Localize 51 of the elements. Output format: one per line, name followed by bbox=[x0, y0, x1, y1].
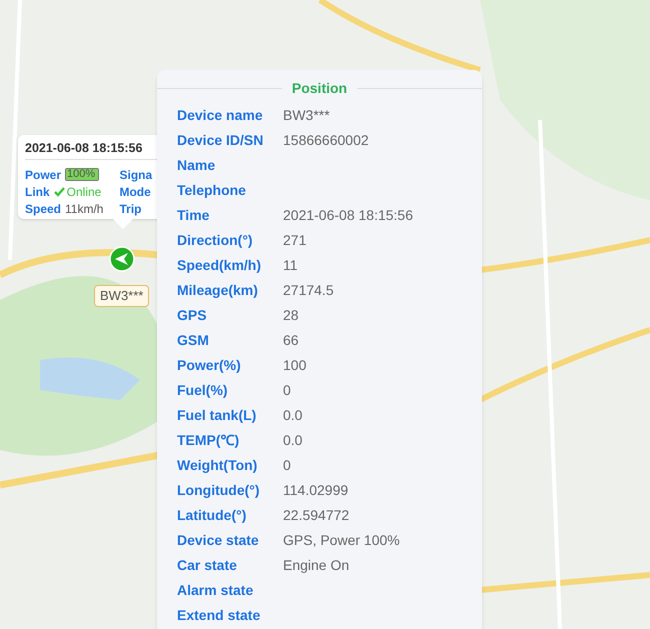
row-label: Fuel(%) bbox=[177, 381, 229, 400]
row-label: Telephone bbox=[177, 181, 247, 200]
row-value: 15866660002 bbox=[283, 131, 369, 150]
row-label: TEMP(℃) bbox=[177, 431, 240, 450]
battery-indicator: 100% bbox=[65, 168, 100, 181]
row-label: Direction(°) bbox=[177, 231, 254, 250]
row-value: 0.0 bbox=[283, 431, 302, 450]
row-label: Time bbox=[177, 206, 210, 225]
row-label: Car state bbox=[177, 556, 238, 575]
row-value: 2021-06-08 18:15:56 bbox=[283, 206, 413, 225]
row-value: 11 bbox=[283, 256, 298, 275]
row-value: 28 bbox=[283, 306, 299, 325]
vehicle-marker-icon[interactable] bbox=[109, 246, 135, 272]
row-label: Mileage(km) bbox=[177, 281, 259, 300]
row-label: Longitude(°) bbox=[177, 481, 261, 500]
row-label: Weight(Ton) bbox=[177, 456, 258, 475]
row-value: 0 bbox=[283, 381, 291, 400]
row-value: 114.02999 bbox=[283, 481, 348, 500]
row-label: GPS bbox=[177, 306, 208, 325]
row-value: 27174.5 bbox=[283, 281, 334, 300]
field-label: Mode bbox=[119, 184, 151, 200]
row-value: 0.0 bbox=[283, 406, 302, 425]
row-label: Speed(km/h) bbox=[177, 256, 262, 275]
row-value: 66 bbox=[283, 331, 299, 350]
row-label: Extend state bbox=[177, 606, 262, 625]
row-label: Device ID/SN bbox=[177, 131, 264, 150]
row-label: GSM bbox=[177, 331, 210, 350]
field-label: Power bbox=[25, 166, 62, 184]
row-value: GPS, Power 100% bbox=[283, 531, 400, 550]
row-label: Device name bbox=[177, 106, 264, 125]
row-label: Latitude(°) bbox=[177, 506, 248, 525]
check-icon bbox=[54, 186, 65, 196]
row-value: 100 bbox=[283, 356, 306, 375]
field-label: Trip bbox=[119, 200, 142, 218]
row-label: Alarm state bbox=[177, 581, 254, 600]
row-label: Name bbox=[177, 156, 216, 175]
field-value: 11km/h bbox=[65, 200, 104, 218]
row-value: 0 bbox=[283, 456, 291, 475]
row-label: Device state bbox=[177, 531, 260, 550]
vehicle-label: BW3*** bbox=[94, 285, 150, 307]
row-label: Fuel tank(L) bbox=[177, 406, 258, 425]
field-label: Speed bbox=[25, 200, 62, 218]
field-label: Link bbox=[25, 184, 50, 200]
row-value: Engine On bbox=[283, 556, 350, 575]
row-value: 271 bbox=[283, 231, 306, 250]
row-value: 22.594772 bbox=[283, 506, 350, 525]
status-text: Online bbox=[66, 184, 102, 200]
field-label: Signa bbox=[119, 166, 152, 184]
bubble-time: 2021-06-08 18:15:56 bbox=[25, 140, 144, 157]
row-value: BW3*** bbox=[283, 106, 330, 125]
row-label: Power(%) bbox=[177, 356, 242, 375]
